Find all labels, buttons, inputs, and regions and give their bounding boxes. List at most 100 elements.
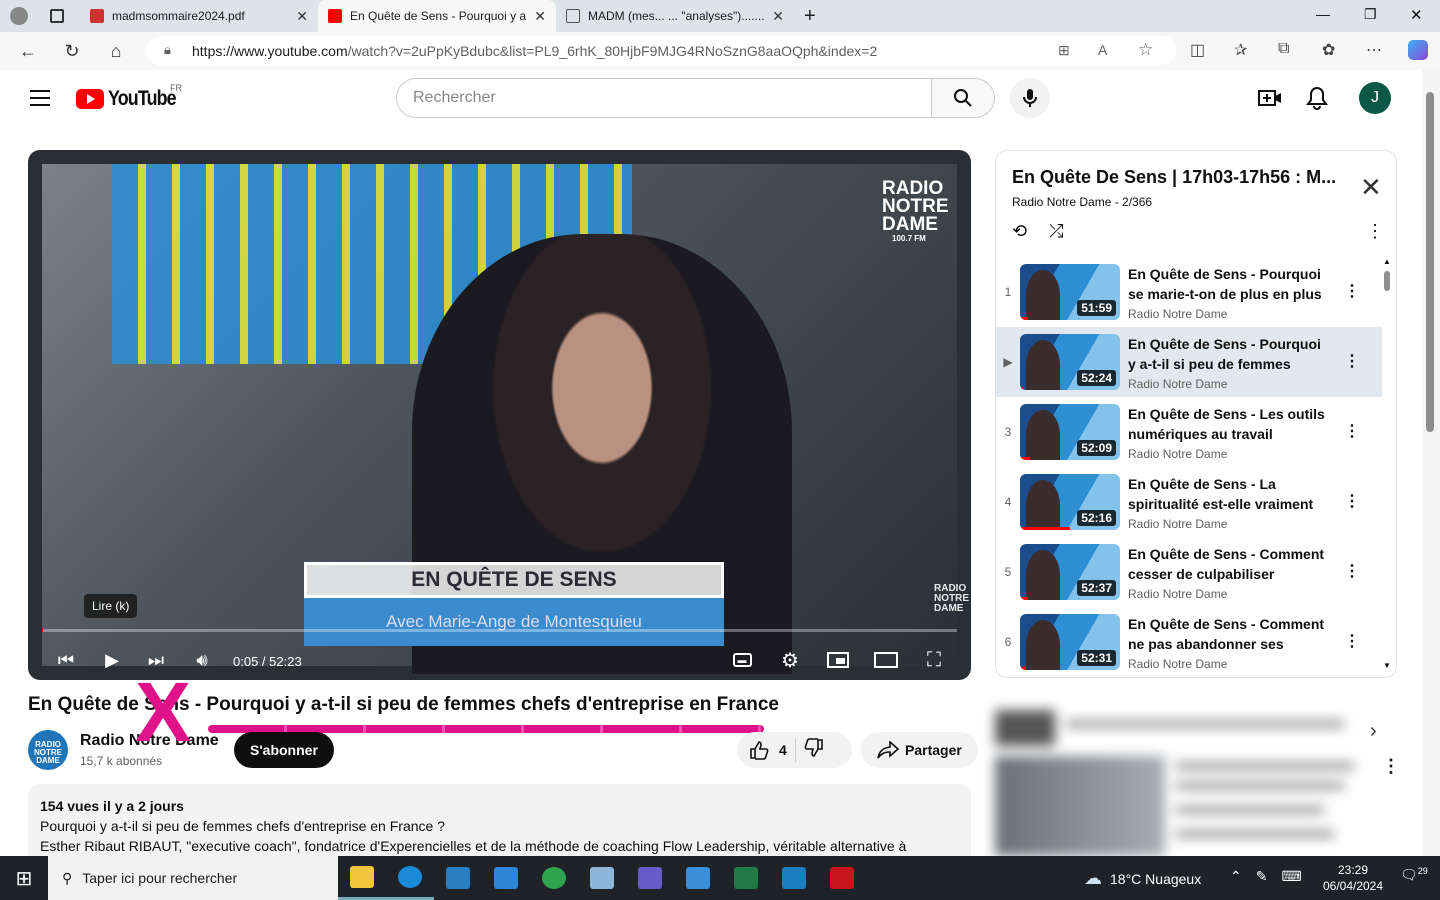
close-window-button[interactable]: ✕ — [1410, 6, 1423, 24]
taskbar-app-excel[interactable] — [722, 856, 770, 900]
app-available-icon[interactable]: ⊞ — [1058, 42, 1070, 59]
scroll-up-icon[interactable]: ▲ — [1383, 257, 1391, 266]
fullscreen-icon[interactable]: ⛶ — [920, 646, 948, 674]
playlist-item[interactable]: 4 52:16 En Quête de Sens - La spiritualité… — [996, 467, 1382, 537]
chevron-right-icon[interactable]: › — [1370, 720, 1377, 743]
windows-start-button[interactable]: ⊞ — [0, 866, 48, 891]
more-menu-icon[interactable]: ⋯ — [1366, 40, 1382, 60]
notifications-icon[interactable]: 🗨︎29 — [1400, 866, 1428, 884]
playlist-item[interactable]: 1 51:59 En Quête de Sens - Pourquoi se mar… — [996, 257, 1382, 327]
tab-pdf[interactable]: madmsommaire2024.pdf ✕ — [80, 0, 318, 32]
minimize-button[interactable]: — — [1316, 6, 1330, 22]
subtitles-icon[interactable]: ▬ — [728, 646, 756, 674]
more-vert-icon[interactable]: ⋮ — [1344, 631, 1360, 651]
loop-icon[interactable]: ⟲ — [1012, 221, 1027, 242]
tab-madm[interactable]: MADM (mes... ... "analyses")........ ✕ — [556, 0, 794, 32]
playlist-scrollbar[interactable] — [1384, 271, 1390, 291]
split-screen-icon[interactable]: ◫ — [1190, 40, 1205, 60]
playlist-item-title[interactable]: En Quête de Sens - Pourquoi y a-t-il si … — [1128, 334, 1328, 374]
playlist-item-title[interactable]: En Quête de Sens - Comment cesser de cul… — [1128, 544, 1328, 584]
tab-youtube[interactable]: En Quête de Sens - Pourquoi y a ✕ — [318, 0, 556, 32]
close-icon[interactable]: ✕ — [534, 8, 546, 25]
dislike-button[interactable] — [804, 737, 824, 763]
more-vert-icon[interactable]: ⋮ — [1344, 491, 1360, 511]
clock[interactable]: 23:29 06/04/2024 — [1318, 862, 1388, 894]
search-button[interactable] — [931, 78, 995, 118]
like-button[interactable]: 4 — [737, 740, 787, 760]
account-avatar[interactable]: J — [1359, 82, 1391, 114]
video-thumbnail[interactable]: 51:59 — [1020, 264, 1120, 320]
shuffle-icon[interactable]: ⤮ — [1049, 221, 1063, 242]
copilot-icon[interactable] — [1408, 40, 1428, 60]
keyboard-icon[interactable]: ⌨ — [1281, 868, 1301, 885]
subscribe-button[interactable]: S'abonner — [234, 732, 334, 768]
home-button[interactable]: ⌂ — [94, 41, 138, 62]
video-thumbnail[interactable]: 52:16 — [1020, 474, 1120, 530]
taskbar-app-edge[interactable] — [386, 856, 434, 900]
taskbar-app-mail[interactable] — [482, 856, 530, 900]
address-bar[interactable]: 🔒︎ https://www.youtube.com/watch?v=2uPpK… — [146, 36, 1176, 66]
playlist-item[interactable]: 5 52:37 En Quête de Sens - Comment cesser … — [996, 537, 1382, 607]
progress-bar[interactable] — [42, 629, 957, 632]
taskbar-app-file-explorer[interactable] — [338, 856, 386, 900]
scrollbar-thumb[interactable] — [1426, 92, 1434, 432]
playlist-item[interactable]: 6 52:31 En Quête de Sens - Comment ne pas … — [996, 607, 1382, 677]
close-icon[interactable]: ✕ — [296, 8, 308, 25]
taskbar-app-chrome[interactable] — [530, 856, 578, 900]
menu-icon[interactable] — [30, 90, 50, 111]
more-vert-icon[interactable]: ⋮ — [1344, 281, 1360, 301]
miniplayer-icon[interactable] — [824, 646, 852, 674]
profile-button[interactable] — [0, 0, 40, 32]
chevron-up-icon[interactable]: ⌃ — [1230, 868, 1242, 885]
playlist-item-title[interactable]: En Quête de Sens - Les outils numériques… — [1128, 404, 1328, 444]
favorite-star-icon[interactable]: ☆ — [1138, 40, 1153, 60]
tab-actions-button[interactable] — [40, 0, 80, 32]
create-button[interactable] — [1258, 88, 1282, 113]
taskbar-app-app-teal[interactable] — [770, 856, 818, 900]
settings-gear-icon[interactable]: ⚙ — [776, 646, 804, 674]
theater-mode-icon[interactable] — [872, 646, 900, 674]
taskbar-app-app-blue[interactable] — [434, 856, 482, 900]
taskbar-app-filezilla[interactable] — [818, 856, 866, 900]
playlist-item-title[interactable]: En Quête de Sens - Comment ne pas abando… — [1128, 614, 1328, 654]
playlist-item[interactable]: 3 52:09 En Quête de Sens - Les outils numé… — [996, 397, 1382, 467]
close-icon[interactable]: ✕ — [772, 8, 784, 25]
more-vert-icon[interactable]: ⋮ — [1366, 221, 1384, 242]
close-icon[interactable]: ✕ — [1360, 174, 1382, 200]
more-vert-icon[interactable]: ⋮ — [1344, 421, 1360, 441]
favorites-icon[interactable]: ✰ — [1234, 40, 1247, 60]
playlist-item[interactable]: ▶ 52:24 En Quête de Sens - Pourquoi y a-t-… — [996, 327, 1382, 397]
taskbar-app-store[interactable] — [674, 856, 722, 900]
more-vert-icon[interactable]: ⋮ — [1344, 351, 1360, 371]
scroll-down-icon[interactable]: ▼ — [1383, 661, 1391, 670]
voice-search-button[interactable] — [1010, 78, 1050, 118]
video-thumbnail[interactable]: 52:31 — [1020, 614, 1120, 670]
collections-icon[interactable]: ⧉ — [1278, 40, 1289, 58]
playlist-item-title[interactable]: En Quête de Sens - Pourquoi se marie-t-o… — [1128, 264, 1328, 304]
playlist-item-title[interactable]: En Quête de Sens - La spiritualité est-e… — [1128, 474, 1328, 514]
taskbar-app-notes[interactable] — [578, 856, 626, 900]
new-tab-button[interactable]: + — [794, 0, 826, 32]
read-aloud-icon[interactable]: A — [1098, 42, 1107, 58]
more-vert-icon[interactable]: ⋮ — [1382, 756, 1400, 777]
video-thumbnail[interactable]: 52:37 — [1020, 544, 1120, 600]
more-vert-icon[interactable]: ⋮ — [1344, 561, 1360, 581]
share-button[interactable]: Partager — [861, 732, 978, 768]
video-thumbnail[interactable]: 52:24 — [1020, 334, 1120, 390]
taskbar-app-app-purple[interactable] — [626, 856, 674, 900]
weather-widget[interactable]: ☁ 18°C Nuageux — [1084, 868, 1201, 889]
taskbar-search[interactable]: ⚲ Taper ici pour rechercher — [48, 856, 338, 900]
search-input[interactable]: Rechercher — [396, 78, 932, 118]
youtube-logo[interactable]: YouTube FR — [76, 83, 188, 111]
play-icon[interactable]: ▶︎ — [98, 646, 126, 674]
restore-button[interactable]: ❐ — [1364, 6, 1377, 23]
description-box[interactable]: 154 vues il y a 2 jours Pourquoi y a-t-i… — [28, 784, 971, 856]
volume-icon[interactable]: 🔊︎ — [188, 646, 216, 674]
playlist-title[interactable]: En Quête De Sens | 17h03-17h56 : M... — [1012, 167, 1352, 188]
previous-icon[interactable]: ⏮︎ — [52, 646, 80, 674]
reload-button[interactable]: ↻ — [50, 41, 94, 62]
notifications-button[interactable] — [1306, 86, 1328, 115]
video-player[interactable]: RADIO NOTRE DAME 100.7 FM RADIO NOTRE DA… — [28, 150, 971, 680]
extensions-icon[interactable]: ✿ — [1322, 40, 1335, 60]
page-scrollbar[interactable] — [1422, 70, 1440, 856]
